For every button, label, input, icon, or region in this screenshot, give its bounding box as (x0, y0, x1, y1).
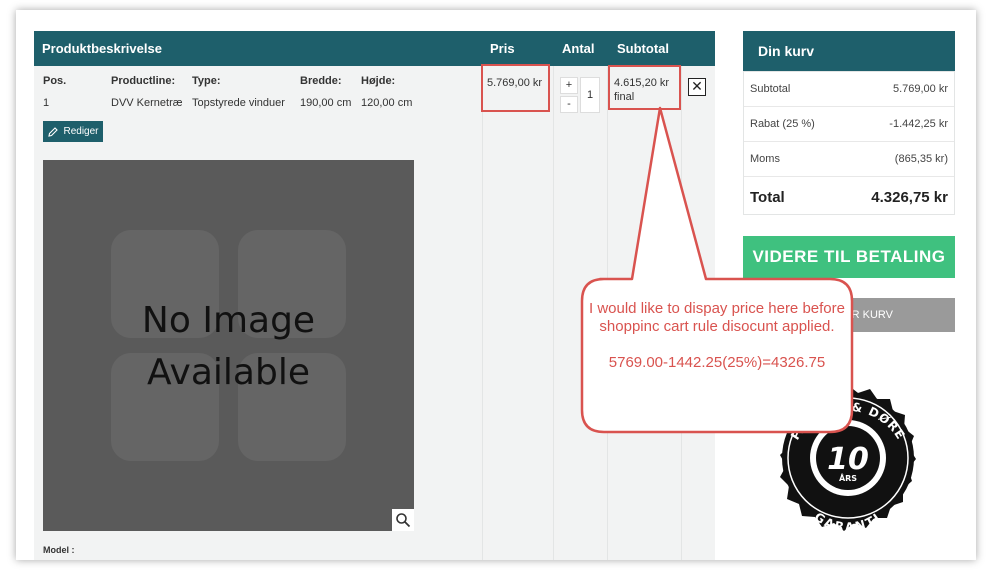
price-highlight-box (481, 64, 550, 112)
pencil-icon (48, 126, 59, 137)
no-image-text-line2: Available (147, 352, 310, 393)
warranty-badge: 10 ÅRS P... UER & DØRE GARANTI (780, 385, 916, 534)
value-type: Topstyrede vinduer (192, 97, 285, 109)
cart-row-vat: Moms (865,35 kr) (744, 142, 954, 177)
cart-row-label: Moms (750, 153, 780, 165)
label-type: Type: (192, 75, 221, 87)
model-label: Model : (43, 545, 75, 555)
label-height: Højde: (361, 75, 396, 87)
value-productline: DVV Kernetræ (111, 97, 183, 109)
edit-button-label: Rediger (63, 126, 99, 137)
no-image-text-line1: No Image (141, 300, 316, 341)
callout-text: I would like to dispay price here before… (586, 300, 848, 390)
callout-formula: 5769.00-1442.25(25%)=4326.75 (608, 354, 826, 371)
value-height: 120,00 cm (361, 97, 413, 109)
callout-message: I would like to dispay price here before… (589, 300, 845, 335)
value-pos: 1 (43, 97, 50, 109)
header-subtotal: Subtotal (617, 41, 669, 56)
cart-row-label: Rabat (25 %) (750, 118, 815, 130)
checkout-button[interactable]: VIDERE TIL BETALING (743, 236, 955, 278)
magnifier-icon (396, 513, 411, 528)
subtotal-highlight-box (608, 65, 681, 110)
cart-total-label: Total (750, 189, 785, 206)
edit-button[interactable]: Rediger (43, 121, 103, 142)
cart-title: Din kurv (743, 31, 955, 71)
price-column (483, 66, 554, 560)
cart-row-value: 5.769,00 kr (892, 83, 948, 95)
badge-number: 10 (827, 442, 869, 477)
header-product: Produktbeskrivelse (42, 41, 162, 56)
cart-row-value: (865,35 kr) (894, 153, 948, 165)
remove-item-button[interactable]: ✕ (688, 78, 706, 96)
product-image-placeholder: No Image Available (43, 160, 414, 531)
value-width: 190,00 cm (300, 97, 352, 109)
label-pos: Pos. (43, 75, 67, 87)
quantity-input[interactable]: 1 (580, 77, 600, 113)
header-quantity: Antal (562, 41, 595, 56)
cart-total: Total 4.326,75 kr (744, 177, 954, 215)
cart-total-value: 4.326,75 kr (871, 189, 948, 206)
badge-years: ÅRS (839, 473, 857, 483)
zoom-button[interactable] (392, 509, 414, 531)
quantity-increase-button[interactable]: + (560, 77, 578, 94)
page-canvas: Produktbeskrivelse Pris Antal Subtotal P… (16, 10, 976, 560)
cart-row-subtotal: Subtotal 5.769,00 kr (744, 72, 954, 107)
label-width: Bredde: (300, 75, 342, 87)
cart-row-discount: Rabat (25 %) -1.442,25 kr (744, 107, 954, 142)
quantity-decrease-button[interactable]: - (560, 96, 578, 113)
cart-row-value: -1.442,25 kr (889, 118, 948, 130)
quantity-stepper: + - 1 (560, 77, 602, 113)
table-header: Produktbeskrivelse Pris Antal Subtotal (34, 31, 715, 66)
product-table: Produktbeskrivelse Pris Antal Subtotal P… (34, 31, 715, 560)
label-productline: Productline: (111, 75, 176, 87)
header-price: Pris (490, 41, 515, 56)
cart-row-label: Subtotal (750, 83, 791, 95)
cart-summary: Subtotal 5.769,00 kr Rabat (25 %) -1.442… (743, 71, 955, 215)
